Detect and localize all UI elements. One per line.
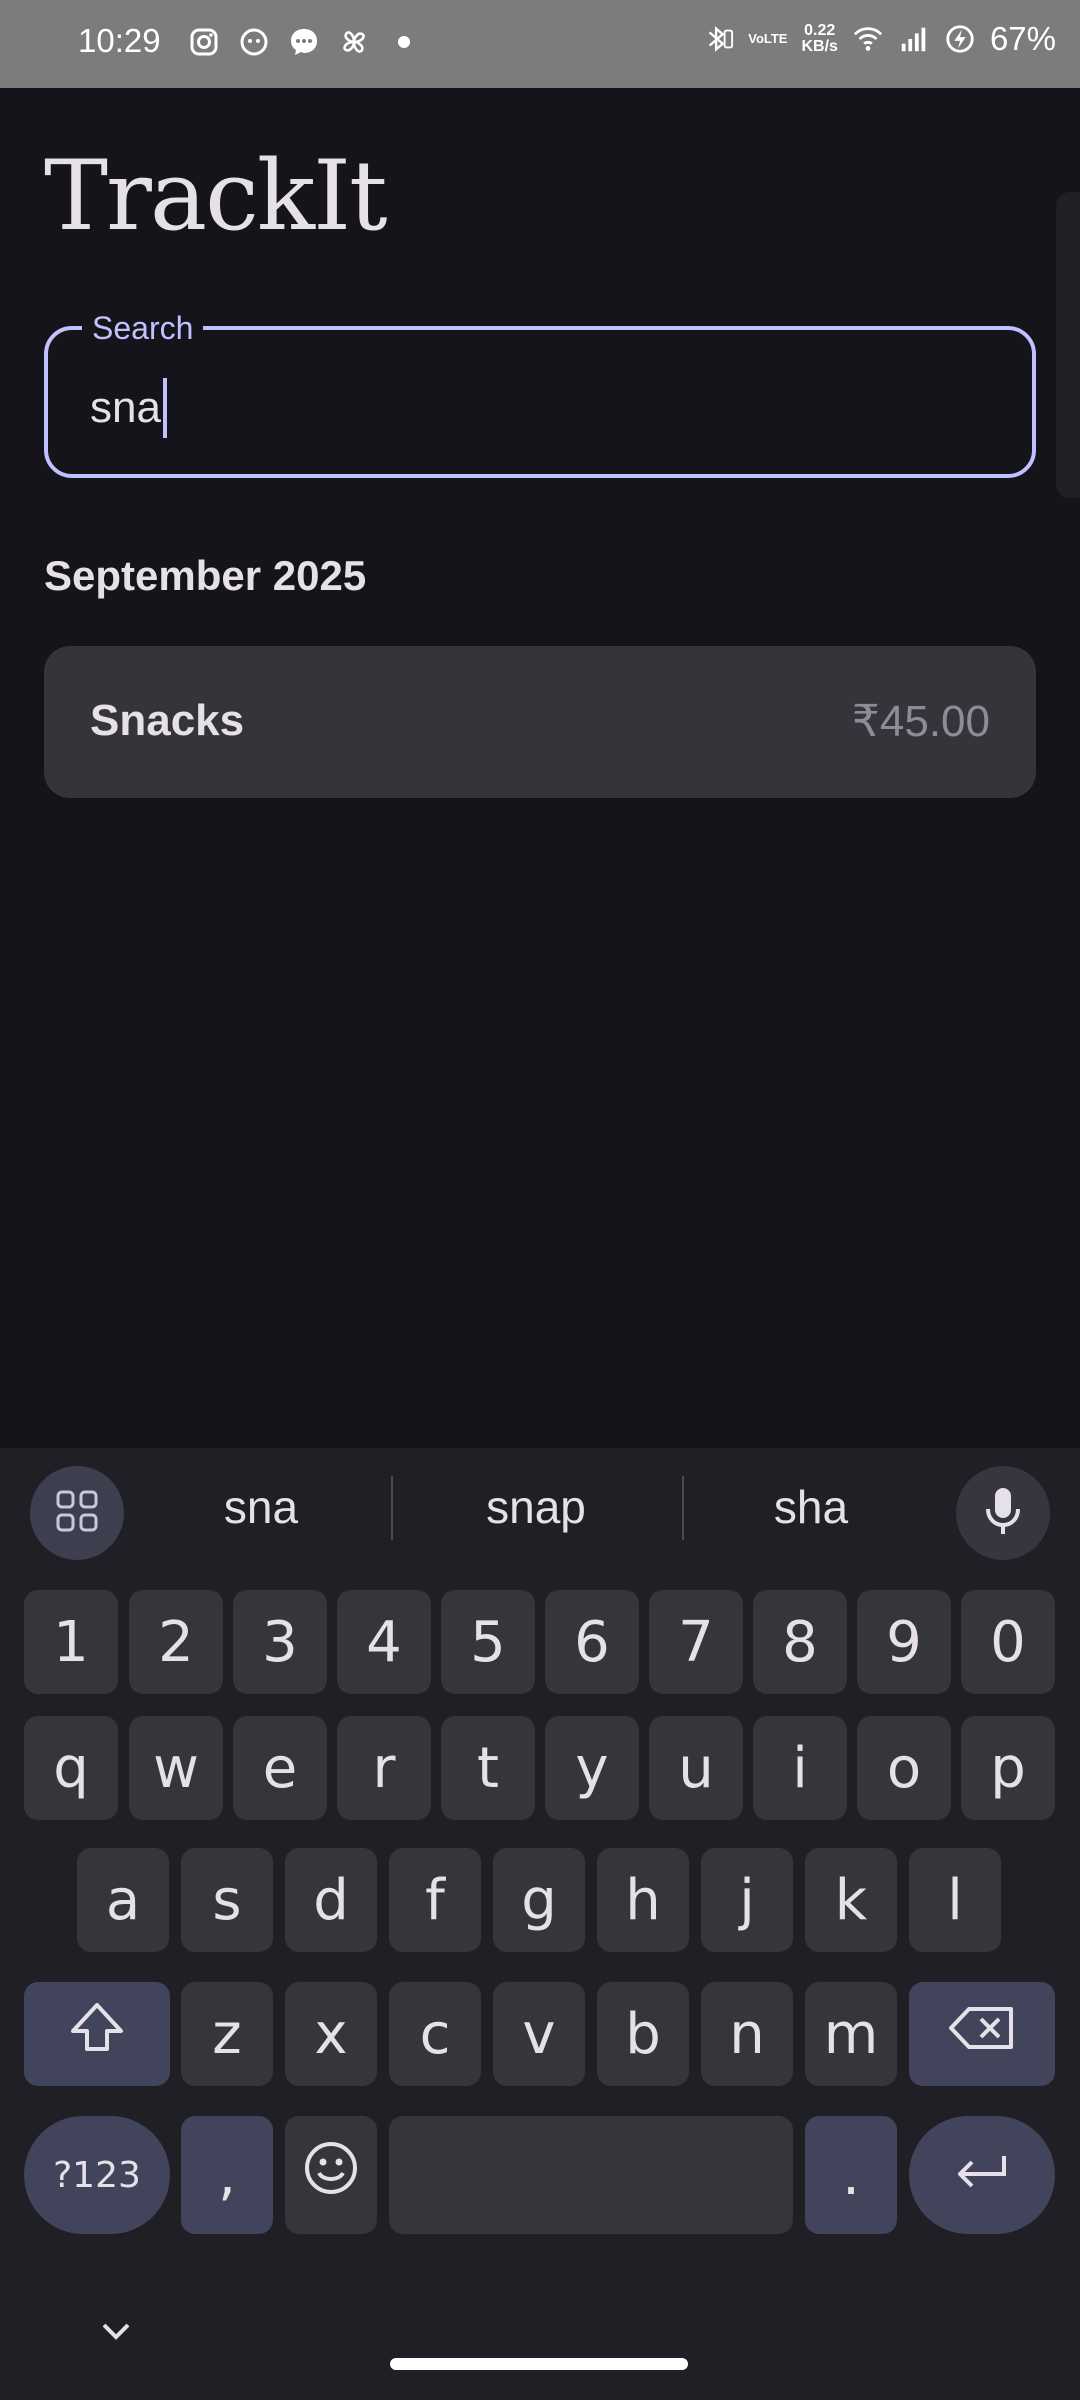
battery-percent: 67% bbox=[989, 20, 1056, 57]
data-speed-value: 0.22 bbox=[804, 22, 836, 39]
key-f[interactable]: f bbox=[389, 1848, 481, 1952]
key-q[interactable]: q bbox=[24, 1716, 118, 1820]
key-2[interactable]: 2 bbox=[129, 1590, 223, 1694]
expense-item[interactable]: Snacks ₹45.00 bbox=[44, 646, 1036, 798]
volte-label: VoLTE bbox=[748, 31, 788, 46]
key-n[interactable]: n bbox=[701, 1982, 793, 2086]
search-label: Search bbox=[82, 310, 204, 347]
key-x[interactable]: x bbox=[285, 1982, 377, 2086]
key-p[interactable]: p bbox=[961, 1716, 1055, 1820]
key-s[interactable]: s bbox=[181, 1848, 273, 1952]
microphone-icon bbox=[983, 1485, 1023, 1542]
emoji-icon bbox=[302, 2139, 360, 2211]
key-m[interactable]: m bbox=[805, 1982, 897, 2086]
key-y[interactable]: y bbox=[545, 1716, 639, 1820]
key-l[interactable]: l bbox=[909, 1848, 1001, 1952]
key-t[interactable]: t bbox=[441, 1716, 535, 1820]
month-header: September 2025 bbox=[44, 552, 367, 599]
status-time: 10:29 bbox=[78, 22, 161, 59]
enter-arrow-icon bbox=[952, 2143, 1012, 2208]
instagram-icon bbox=[188, 26, 220, 58]
key-4[interactable]: 4 bbox=[337, 1590, 431, 1694]
symbols-key[interactable]: ?123 bbox=[24, 2116, 170, 2234]
key-j[interactable]: j bbox=[701, 1848, 793, 1952]
enter-key[interactable] bbox=[909, 2116, 1055, 2234]
key-o[interactable]: o bbox=[857, 1716, 951, 1820]
key-r[interactable]: r bbox=[337, 1716, 431, 1820]
keyboard-apps-button[interactable] bbox=[30, 1466, 124, 1560]
shift-arrow-icon bbox=[67, 1999, 127, 2069]
search-value: sna bbox=[90, 383, 161, 432]
bluetooth-icon bbox=[702, 23, 734, 55]
key-3[interactable]: 3 bbox=[233, 1590, 327, 1694]
search-value-wrap[interactable]: sna bbox=[90, 378, 167, 438]
notification-icons bbox=[188, 26, 420, 58]
suggestion-2[interactable]: snap bbox=[416, 1480, 656, 1534]
key-v[interactable]: v bbox=[493, 1982, 585, 2086]
key-i[interactable]: i bbox=[753, 1716, 847, 1820]
battery-charging-icon bbox=[944, 23, 976, 55]
suggestion-bar: sna snap sha bbox=[0, 1448, 1080, 1570]
hide-keyboard-button[interactable] bbox=[96, 2316, 136, 2351]
suggestion-1[interactable]: sna bbox=[141, 1480, 381, 1534]
wifi-icon bbox=[852, 23, 884, 55]
suggestion-3[interactable]: sha bbox=[691, 1480, 931, 1534]
text-cursor bbox=[162, 378, 167, 438]
home-gesture-bar[interactable] bbox=[390, 2358, 688, 2370]
key-z[interactable]: z bbox=[181, 1982, 273, 2086]
spacebar[interactable] bbox=[389, 2116, 793, 2234]
key-8[interactable]: 8 bbox=[753, 1590, 847, 1694]
key-c[interactable]: c bbox=[389, 1982, 481, 2086]
app-title: TrackIt bbox=[44, 140, 388, 252]
search-input[interactable]: Search sna bbox=[44, 310, 1036, 478]
key-g[interactable]: g bbox=[493, 1848, 585, 1952]
expense-amount: ₹45.00 bbox=[851, 697, 990, 746]
more-notifications-dot-icon bbox=[388, 26, 420, 58]
status-bar: 10:29 VoLTE 0.22 KB/s 67% bbox=[0, 0, 1080, 88]
key-w[interactable]: w bbox=[129, 1716, 223, 1820]
backspace-icon bbox=[947, 2002, 1017, 2067]
grid-icon bbox=[53, 1487, 101, 1540]
key-k[interactable]: k bbox=[805, 1848, 897, 1952]
key-e[interactable]: e bbox=[233, 1716, 327, 1820]
cellular-signal-icon bbox=[898, 23, 930, 55]
voice-input-button[interactable] bbox=[956, 1466, 1050, 1560]
suggestion-divider bbox=[391, 1476, 393, 1540]
key-6[interactable]: 6 bbox=[545, 1590, 639, 1694]
period-key[interactable]: . bbox=[805, 2116, 897, 2234]
key-1[interactable]: 1 bbox=[24, 1590, 118, 1694]
key-7[interactable]: 7 bbox=[649, 1590, 743, 1694]
key-0[interactable]: 0 bbox=[961, 1590, 1055, 1694]
suggestion-divider bbox=[682, 1476, 684, 1540]
shift-key[interactable] bbox=[24, 1982, 170, 2086]
side-panel-handle[interactable] bbox=[1056, 192, 1080, 498]
keyboard: sna snap sha 1 2 3 4 5 6 7 8 9 0 q w e r… bbox=[0, 1448, 1080, 2400]
key-h[interactable]: h bbox=[597, 1848, 689, 1952]
pinwheel-icon bbox=[338, 26, 370, 58]
data-speed-unit: KB/s bbox=[801, 38, 838, 55]
key-d[interactable]: d bbox=[285, 1848, 377, 1952]
key-a[interactable]: a bbox=[77, 1848, 169, 1952]
key-5[interactable]: 5 bbox=[441, 1590, 535, 1694]
key-9[interactable]: 9 bbox=[857, 1590, 951, 1694]
system-icons: VoLTE 0.22 KB/s 67% bbox=[702, 20, 1056, 58]
message-icon bbox=[288, 26, 320, 58]
key-b[interactable]: b bbox=[597, 1982, 689, 2086]
data-speed: 0.22 KB/s bbox=[801, 23, 837, 55]
app-notification-icon bbox=[238, 26, 270, 58]
comma-key[interactable]: , bbox=[181, 2116, 273, 2234]
expense-name: Snacks bbox=[90, 696, 245, 745]
backspace-key[interactable] bbox=[909, 1982, 1055, 2086]
volte-icon: VoLTE bbox=[748, 31, 787, 47]
chevron-down-icon bbox=[96, 2323, 136, 2350]
emoji-key[interactable] bbox=[285, 2116, 377, 2234]
key-u[interactable]: u bbox=[649, 1716, 743, 1820]
